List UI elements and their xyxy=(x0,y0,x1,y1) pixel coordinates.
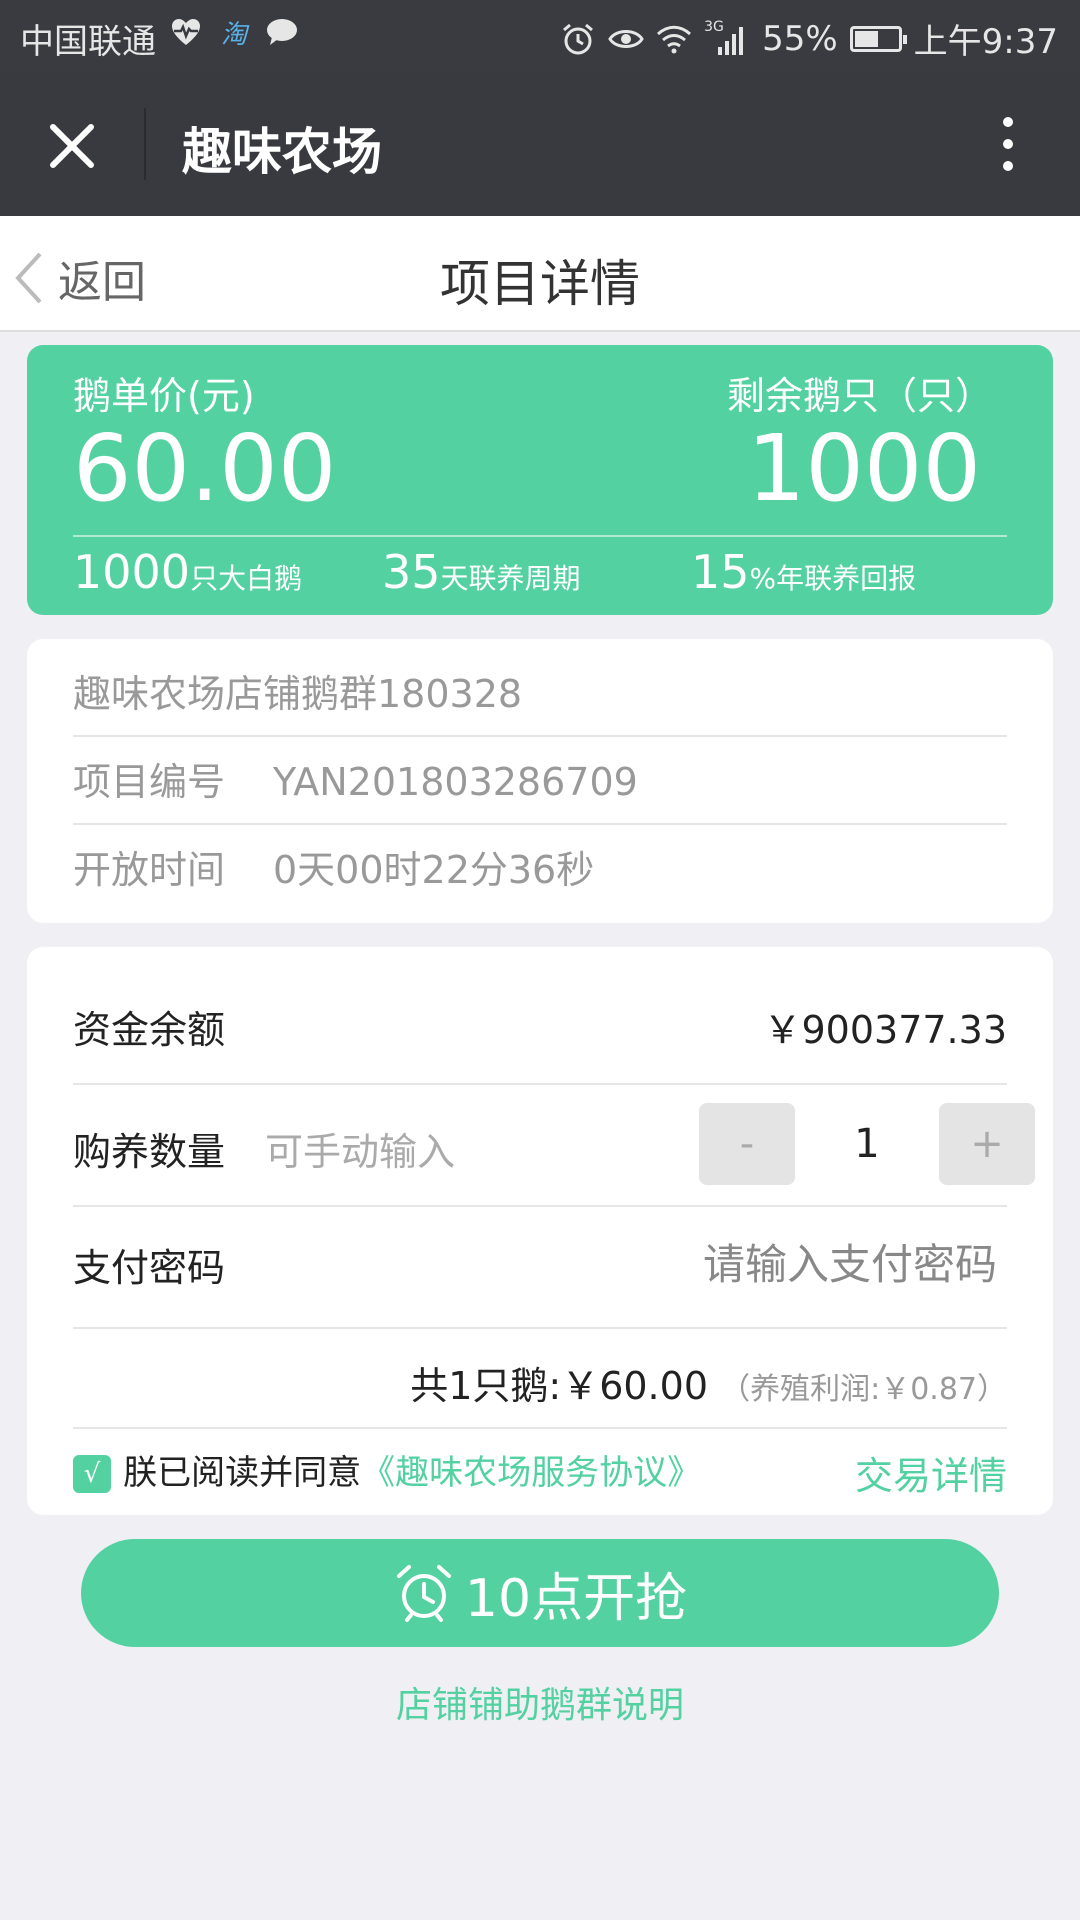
stat-annual-return: 15%年联养回报 xyxy=(691,545,917,599)
agree-checkbox[interactable]: √ xyxy=(73,1454,111,1493)
wifi-icon xyxy=(656,21,692,57)
open-time-row: 开放时间 0天00时22分36秒 xyxy=(73,839,1007,894)
order-total: ￥60.00 xyxy=(561,1364,708,1408)
chat-bubble-icon xyxy=(264,14,300,50)
project-info-card: 趣味农场店铺鹅群180328 项目编号 YAN201803286709 开放时间 0… xyxy=(27,639,1053,923)
page-title: 项目详情 xyxy=(440,255,640,313)
quantity-hint: 可手动输入 xyxy=(265,1130,456,1174)
open-time-label: 开放时间 xyxy=(73,848,226,892)
quantity-row: 购养数量 可手动输入 - 1 + xyxy=(73,1103,1035,1187)
close-button[interactable] xyxy=(40,114,104,178)
stat-cycle-days: 35天联养周期 xyxy=(382,545,581,599)
unit-price-label: 鹅单价(元) xyxy=(73,374,255,418)
decrement-button[interactable]: - xyxy=(699,1103,795,1185)
eye-icon xyxy=(608,21,644,57)
status-bar: 中国联通 淘 3G 55% 上午9:37 xyxy=(0,0,1080,72)
carrier-name: 中国联通 xyxy=(20,22,156,62)
project-name: 趣味农场店铺鹅群180328 xyxy=(73,672,523,716)
unit-price-value: 60.00 xyxy=(73,415,337,522)
password-row: 支付密码 请输入支付密码 xyxy=(73,1237,1007,1292)
password-input[interactable]: 请输入支付密码 xyxy=(703,1231,997,1292)
rush-buy-label: 10点开抢 xyxy=(464,1568,688,1629)
app-title-bar: 趣味农场 xyxy=(0,72,1080,216)
clock: 上午9:37 xyxy=(913,22,1058,62)
balance-label: 资金余额 xyxy=(73,1008,226,1052)
stat-total-geese: 1000只大白鹅 xyxy=(73,545,303,599)
agree-text: 朕已阅读并同意 xyxy=(123,1453,362,1493)
remaining-label: 剩余鹅只（只） xyxy=(726,374,993,418)
balance-row: 资金余额 ￥900377.33 xyxy=(73,999,1007,1054)
battery-icon xyxy=(849,25,907,52)
price-summary-card: 鹅单价(元) 60.00 剩余鹅只（只） 1000 1000只大白鹅 35天联养… xyxy=(27,345,1053,615)
service-agreement-link[interactable]: 《趣味农场服务协议》 xyxy=(361,1453,701,1493)
agreement-row: √ 朕已阅读并同意《趣味农场服务协议》 交易详情 xyxy=(73,1445,1007,1498)
order-summary: 共1只鹅:￥60.00 （养殖利润:￥0.87） xyxy=(410,1364,1007,1408)
battery-percent: 55% xyxy=(762,18,838,59)
trade-detail-link[interactable]: 交易详情 xyxy=(855,1445,1007,1500)
increment-button[interactable]: + xyxy=(939,1103,1035,1185)
password-label: 支付密码 xyxy=(73,1246,226,1290)
app-title: 趣味农场 xyxy=(182,123,382,181)
project-number-label: 项目编号 xyxy=(73,760,226,804)
balance-value: ￥900377.33 xyxy=(763,1008,1008,1052)
quantity-input[interactable]: 1 xyxy=(819,1121,915,1167)
remaining-value: 1000 xyxy=(746,415,981,522)
project-number-value: YAN201803286709 xyxy=(273,760,638,804)
purchase-card: 资金余额 ￥900377.33 购养数量 可手动输入 - 1 + 支付密码 请输… xyxy=(27,947,1053,1515)
taobao-icon: 淘 xyxy=(220,19,247,50)
title-divider xyxy=(144,108,146,180)
heart-pulse-icon xyxy=(168,14,204,50)
page-header: 返回 项目详情 xyxy=(0,216,1080,332)
open-time-value: 0天00时22分36秒 xyxy=(273,848,595,892)
hero-divider xyxy=(73,535,1007,537)
alarm-icon xyxy=(560,21,596,57)
flock-explanation-link[interactable]: 店铺铺助鹅群说明 xyxy=(0,1676,1080,1728)
rush-buy-button[interactable]: 10点开抢 xyxy=(81,1539,999,1647)
quantity-label: 购养数量 xyxy=(73,1130,226,1174)
more-menu-button[interactable] xyxy=(976,112,1040,176)
close-icon xyxy=(50,124,94,168)
breeding-profit: （养殖利润:￥0.87） xyxy=(720,1372,1007,1407)
project-number-row: 项目编号 YAN201803286709 xyxy=(73,751,1007,806)
signal-icon: 3G xyxy=(704,19,750,57)
more-vertical-icon xyxy=(1003,117,1013,171)
alarm-clock-icon xyxy=(396,1565,451,1622)
